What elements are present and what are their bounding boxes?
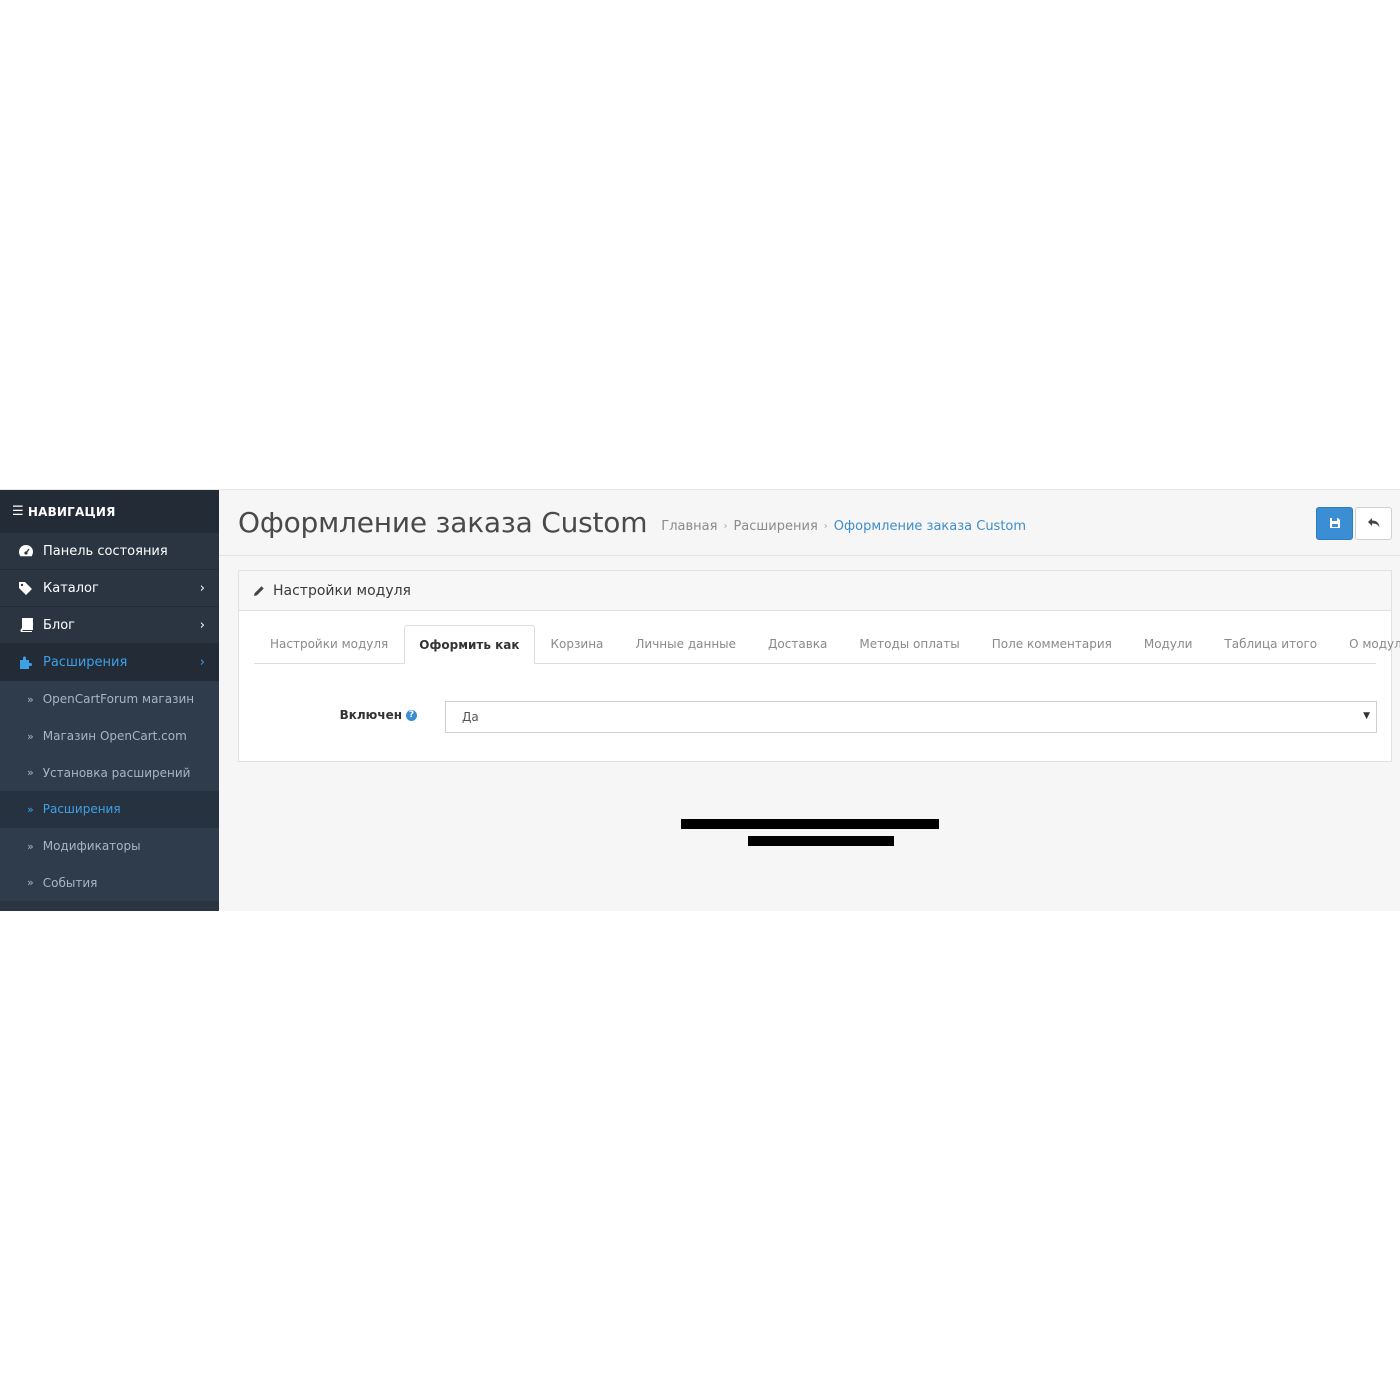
tab-module-settings[interactable]: Настройки модуля bbox=[254, 625, 404, 663]
sidebar-item-label: Панель состояния bbox=[43, 543, 168, 559]
double-chevron-icon: » bbox=[27, 692, 34, 706]
breadcrumb-home[interactable]: Главная bbox=[661, 519, 717, 534]
double-chevron-icon: » bbox=[27, 839, 34, 853]
double-chevron-icon: » bbox=[27, 766, 34, 780]
submenu-item-label: Магазин OpenCart.com bbox=[42, 729, 187, 744]
enabled-label-text: Включен bbox=[339, 708, 402, 722]
sidebar-item-catalog[interactable]: Каталог › bbox=[0, 570, 219, 607]
panel-title: Настройки модуля bbox=[273, 582, 411, 599]
tab-payment-methods[interactable]: Методы оплаты bbox=[843, 625, 975, 663]
book-icon bbox=[17, 617, 35, 633]
chevron-down-icon: › bbox=[199, 655, 205, 670]
admin-app: ☰ НАВИГАЦИЯ Панель состояния Каталог › Б… bbox=[0, 489, 1400, 911]
submenu-item-events[interactable]: » События bbox=[0, 864, 219, 901]
submenu-item-label: Расширения bbox=[42, 802, 121, 817]
enabled-select-value: Да bbox=[462, 710, 479, 724]
submenu-item-opencartforum[interactable]: » OpenCartForum магазин bbox=[0, 681, 219, 718]
settings-tabs: Настройки модуля Оформить как Корзина Ли… bbox=[254, 625, 1400, 664]
nav-header-label: НАВИГАЦИЯ bbox=[27, 504, 116, 519]
chevron-right-icon: › bbox=[199, 581, 205, 596]
sidebar-item-extensions[interactable]: Расширения › bbox=[0, 644, 219, 681]
menu-icon: ☰ bbox=[12, 504, 24, 519]
tab-shipping[interactable]: Доставка bbox=[752, 625, 843, 663]
breadcrumb-separator-icon: › bbox=[723, 521, 728, 532]
reply-icon bbox=[1367, 514, 1381, 533]
header-actions bbox=[1316, 507, 1392, 540]
double-chevron-icon: » bbox=[27, 802, 34, 816]
breadcrumb-extensions[interactable]: Расширения bbox=[733, 519, 817, 534]
sidebar-item-blog[interactable]: Блог › bbox=[0, 607, 219, 644]
tab-comment-field[interactable]: Поле комментария bbox=[976, 625, 1128, 663]
pencil-icon bbox=[253, 585, 265, 597]
submenu-item-label: События bbox=[42, 875, 98, 890]
submenu-item-label: Установка расширений bbox=[42, 765, 191, 780]
page-title: Оформление заказа Custom bbox=[238, 506, 648, 539]
breadcrumb: Главная › Расширения › Оформление заказа… bbox=[661, 519, 1026, 534]
back-button[interactable] bbox=[1355, 507, 1392, 540]
floppy-icon bbox=[1329, 514, 1341, 533]
extensions-submenu: » OpenCartForum магазин » Магазин OpenCa… bbox=[0, 681, 219, 902]
redaction-bar bbox=[748, 836, 894, 846]
help-icon[interactable]: ? bbox=[406, 709, 417, 721]
main-content: Оформление заказа Custom Главная › Расши… bbox=[219, 490, 1400, 911]
submenu-item-extensions[interactable]: » Расширения bbox=[0, 791, 219, 828]
tags-icon bbox=[17, 580, 35, 596]
nav-header[interactable]: ☰ НАВИГАЦИЯ bbox=[0, 490, 219, 533]
sidebar-item-dashboard[interactable]: Панель состояния bbox=[0, 533, 219, 570]
submenu-item-installer[interactable]: » Установка расширений bbox=[0, 754, 219, 791]
tab-about[interactable]: О модуле bbox=[1333, 625, 1400, 663]
breadcrumb-separator-icon: › bbox=[823, 521, 828, 532]
double-chevron-icon: » bbox=[27, 729, 34, 743]
sidebar-item-label: Блог bbox=[43, 617, 76, 633]
page-header: Оформление заказа Custom Главная › Расши… bbox=[219, 490, 1400, 556]
redaction-bar bbox=[681, 819, 939, 829]
puzzle-icon bbox=[17, 654, 35, 670]
breadcrumb-current[interactable]: Оформление заказа Custom bbox=[834, 519, 1026, 534]
submenu-item-label: OpenCartForum магазин bbox=[42, 692, 195, 707]
panel-heading: Настройки модуля bbox=[239, 571, 1391, 611]
submenu-item-label: Модификаторы bbox=[42, 839, 141, 854]
submenu-item-opencart-store[interactable]: » Магазин OpenCart.com bbox=[0, 718, 219, 755]
settings-panel: Настройки модуля Настройки модуля Оформи… bbox=[238, 570, 1400, 762]
tab-personal-data[interactable]: Личные данные bbox=[619, 625, 752, 663]
tab-totals-table[interactable]: Таблица итого bbox=[1208, 625, 1333, 663]
tab-cart[interactable]: Корзина bbox=[535, 625, 620, 663]
sidebar-item-label: Расширения bbox=[43, 654, 128, 670]
caret-down-icon: ▼ bbox=[1363, 711, 1370, 721]
double-chevron-icon: » bbox=[27, 876, 34, 890]
save-button[interactable] bbox=[1316, 507, 1353, 540]
sidebar-item-label: Каталог bbox=[43, 580, 99, 596]
sidebar: ☰ НАВИГАЦИЯ Панель состояния Каталог › Б… bbox=[0, 490, 219, 911]
tab-modules[interactable]: Модули bbox=[1128, 625, 1209, 663]
enabled-select[interactable]: Да ▼ bbox=[445, 701, 1377, 733]
dashboard-icon bbox=[17, 543, 35, 559]
chevron-right-icon: › bbox=[199, 618, 205, 633]
enabled-form-row: Включен ? Да ▼ bbox=[239, 699, 1391, 733]
tab-checkout-as[interactable]: Оформить как bbox=[404, 625, 535, 664]
submenu-item-modifications[interactable]: » Модификаторы bbox=[0, 828, 219, 865]
enabled-label: Включен ? bbox=[340, 708, 417, 722]
